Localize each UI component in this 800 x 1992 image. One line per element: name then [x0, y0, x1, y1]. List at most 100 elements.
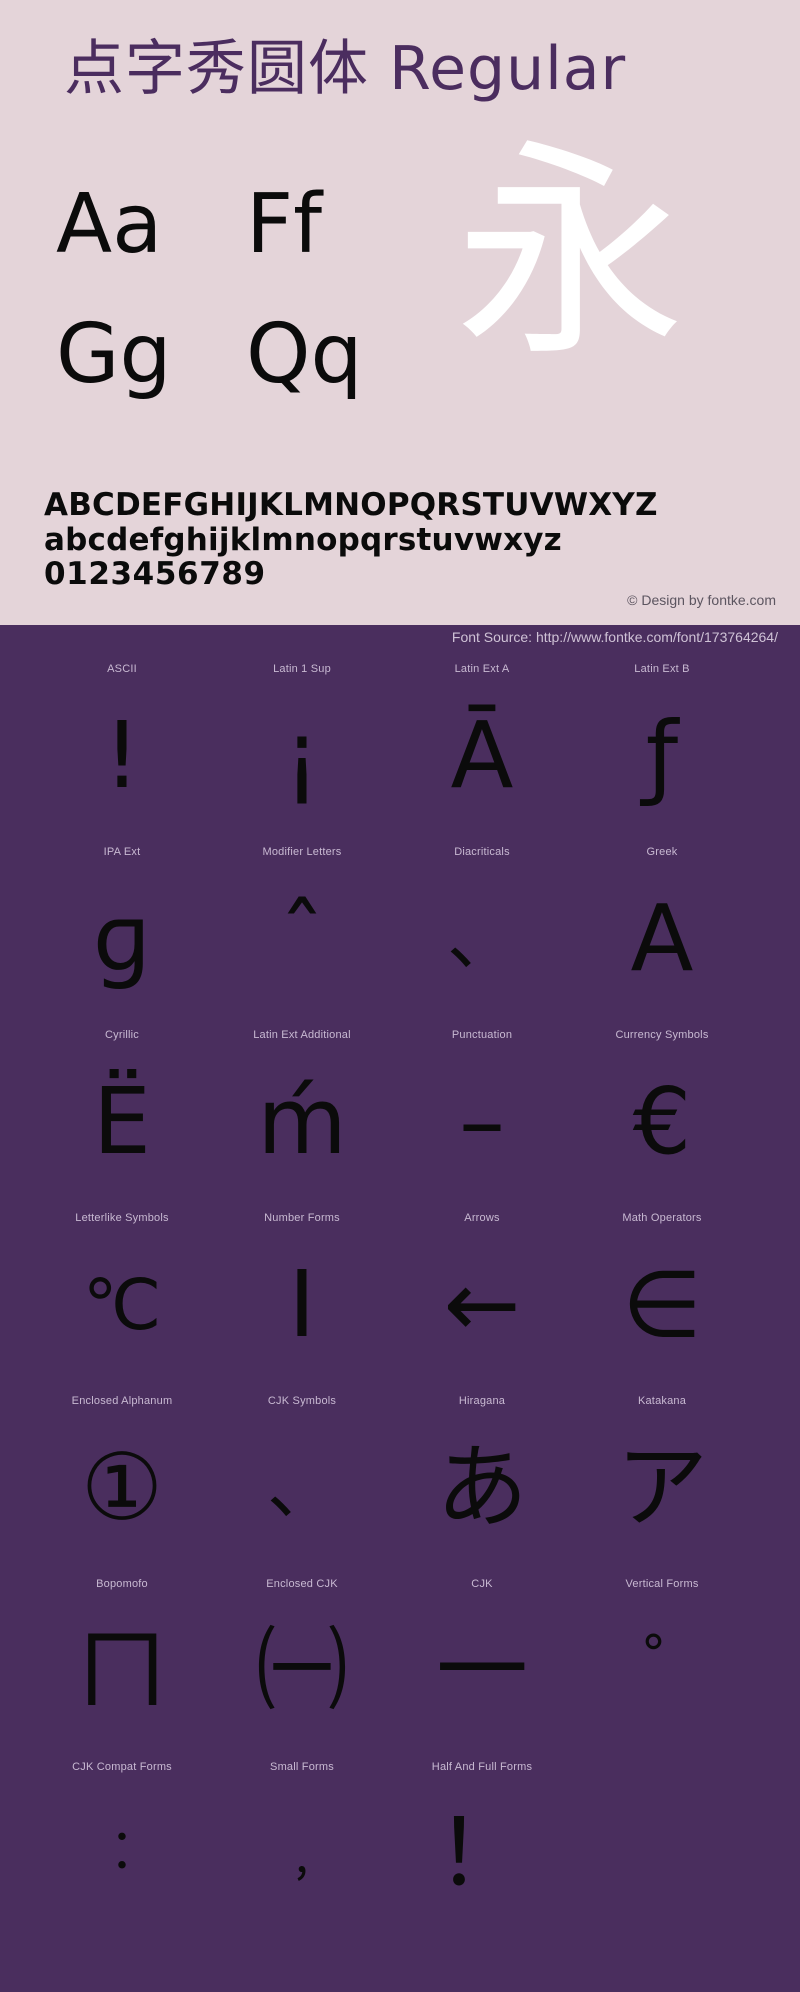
- letter-pair-grid: Aa Ff Gg Qq: [56, 160, 456, 420]
- unicode-block-glyph: 、: [447, 898, 517, 980]
- unicode-block-label: Enclosed Alphanum: [71, 1395, 173, 1407]
- unicode-block-label: Vertical Forms: [625, 1578, 699, 1590]
- unicode-block-cell[interactable]: Greek Α: [570, 836, 754, 1019]
- copyright-notice: © Design by fontke.com: [627, 592, 776, 608]
- unicode-block-label: Latin Ext B: [634, 663, 690, 675]
- page-title: 点字秀圆体 Regular: [64, 34, 627, 104]
- alphabet-uppercase: ABCDEFGHIJKLMNOPQRSTUVWXYZ: [44, 487, 658, 523]
- unicode-block-label: Latin Ext A: [454, 663, 510, 675]
- unicode-block-row: CJK Compat Forms ︰ Small Forms ﹐ Half And Fu…: [0, 1751, 800, 1934]
- letter-pair-row: Gg Qq: [56, 290, 456, 420]
- unicode-block-glyph: ㈠: [255, 1617, 348, 1724]
- unicode-block-cell[interactable]: Katakana ア: [570, 1385, 754, 1568]
- unicode-block-glyph: 、: [267, 1447, 337, 1529]
- unicode-block-glyph: !: [103, 702, 141, 809]
- specimen-header: 点字秀圆体 Regular Aa Ff Gg Qq 永 ABCDEFGHIJKL…: [0, 0, 800, 625]
- unicode-block-label: Katakana: [637, 1395, 687, 1407]
- unicode-block-glyph: ℃: [82, 1264, 162, 1346]
- unicode-block-row: ASCII! Latin 1 Sup ¡ Latin Ext A Ā Latin Ext …: [0, 653, 800, 836]
- unicode-block-label: CJK: [471, 1578, 493, 1590]
- unicode-block-cell[interactable]: Latin Ext B ƒ: [570, 653, 754, 836]
- unicode-block-label: Cyrillic: [105, 1029, 139, 1041]
- letter-pair-sample: Aa: [56, 177, 163, 272]
- unicode-block-label: Number Forms: [264, 1212, 340, 1224]
- unicode-block-label: Latin 1 Sup: [273, 663, 331, 675]
- unicode-block-glyph: Ⅰ: [288, 1251, 316, 1358]
- unicode-block-label: Math Operators: [622, 1212, 702, 1224]
- unicode-block-glyph: ゚: [570, 1596, 754, 1746]
- unicode-block-cell[interactable]: Small Forms ﹐: [210, 1751, 394, 1934]
- unicode-block-glyph: ！: [435, 1800, 528, 1907]
- alphabet-digits: 0123456789: [44, 556, 266, 593]
- unicode-block-label: Hiragana: [458, 1395, 506, 1407]
- unicode-block-glyph: ㄇ: [75, 1617, 168, 1724]
- unicode-block-label: Half And Full Forms: [431, 1761, 533, 1773]
- unicode-block-label: Latin Ext Additional: [253, 1029, 351, 1041]
- unicode-block-cell[interactable]: Letterlike Symbols ℃: [30, 1202, 214, 1385]
- unicode-block-label: Currency Symbols: [615, 1029, 709, 1041]
- letter-pair-row: Aa Ff: [56, 160, 456, 290]
- unicode-block-glyph: ¡: [283, 702, 321, 809]
- unicode-block-row: Bopomofo ㄇ Enclosed CJK ㈠ CJK 一 Vertical Forms…: [0, 1568, 800, 1751]
- unicode-block-label: Arrows: [464, 1212, 500, 1224]
- letter-pair-sample: Gg: [56, 307, 172, 402]
- unicode-block-cell[interactable]: Punctuation –: [390, 1019, 574, 1202]
- unicode-block-glyph: ←: [443, 1251, 521, 1358]
- unicode-block-label: ASCII: [107, 663, 137, 675]
- unicode-block-cell[interactable]: CJK Symbols 、: [210, 1385, 394, 1568]
- font-source-link[interactable]: Font Source: http://www.fontke.com/font/…: [452, 629, 778, 645]
- unicode-block-label: Diacriticals: [454, 846, 510, 858]
- unicode-block-glyph: ˆ: [279, 885, 325, 992]
- unicode-block-cell[interactable]: Math Operators ∈: [570, 1202, 754, 1385]
- alphabet-block: ABCDEFGHIJKLMNOPQRSTUVWXYZ abcdefghijklm…: [44, 488, 658, 592]
- font-source-bar: Font Source: http://www.fontke.com/font/…: [0, 625, 800, 653]
- unicode-block-label: Small Forms: [270, 1761, 334, 1773]
- unicode-block-cell[interactable]: ASCII!: [30, 653, 214, 836]
- unicode-block-cell[interactable]: Bopomofo ㄇ: [30, 1568, 214, 1751]
- unicode-block-glyph: €: [632, 1068, 692, 1175]
- unicode-block-glyph: ɡ: [92, 885, 152, 992]
- showcase-glyph: 永: [455, 121, 686, 388]
- unicode-block-cell[interactable]: Diacriticals 、: [390, 836, 574, 1019]
- unicode-block-cell[interactable]: Enclosed Alphanum ①: [30, 1385, 214, 1568]
- unicode-block-cell[interactable]: Latin Ext Additional ḿ: [210, 1019, 394, 1202]
- unicode-block-label: IPA Ext: [103, 846, 141, 858]
- unicode-block-row: Letterlike Symbols ℃ Number Forms Ⅰ Arrows ← M…: [0, 1202, 800, 1385]
- unicode-block-cell[interactable]: IPA Ext ɡ: [30, 836, 214, 1019]
- unicode-block-cell[interactable]: CJK 一: [390, 1568, 574, 1751]
- unicode-block-row: IPA Ext ɡ Modifier Letters ˆ Diacriticals 、 Gr…: [0, 836, 800, 1019]
- letter-pair-sample: Ff: [246, 177, 323, 272]
- unicode-block-glyph: ﹐: [274, 1821, 330, 1886]
- unicode-block-cell[interactable]: Number Forms Ⅰ: [210, 1202, 394, 1385]
- unicode-block-cell[interactable]: Arrows ←: [390, 1202, 574, 1385]
- unicode-block-glyph: ア: [615, 1434, 708, 1541]
- unicode-block-glyph: ƒ: [645, 702, 679, 809]
- unicode-block-glyph: ①: [80, 1434, 164, 1541]
- unicode-block-grid: ASCII! Latin 1 Sup ¡ Latin Ext A Ā Latin Ext …: [0, 653, 800, 1992]
- unicode-block-glyph: Ё: [92, 1068, 152, 1175]
- unicode-block-cell[interactable]: Latin Ext A Ā: [390, 653, 574, 836]
- letter-pair-sample: Qq: [246, 307, 363, 402]
- unicode-block-cell[interactable]: Modifier Letters ˆ: [210, 836, 394, 1019]
- unicode-block-label: CJK Symbols: [267, 1395, 337, 1407]
- unicode-block-cell[interactable]: CJK Compat Forms ︰: [30, 1751, 214, 1934]
- unicode-block-cell[interactable]: Currency Symbols €: [570, 1019, 754, 1202]
- unicode-block-cell[interactable]: Half And Full Forms ！: [390, 1751, 574, 1934]
- unicode-block-label: Letterlike Symbols: [75, 1212, 169, 1224]
- unicode-block-cell[interactable]: Vertical Forms゚: [570, 1568, 754, 1751]
- unicode-block-glyph: ︰: [94, 1821, 150, 1886]
- unicode-block-glyph: Α: [630, 885, 694, 992]
- unicode-block-label: Bopomofo: [96, 1578, 148, 1590]
- unicode-block-cell[interactable]: Cyrillic Ё: [30, 1019, 214, 1202]
- unicode-block-glyph: ḿ: [257, 1068, 347, 1175]
- unicode-block-cell[interactable]: Latin 1 Sup ¡: [210, 653, 394, 836]
- unicode-block-label: Modifier Letters: [262, 846, 342, 858]
- unicode-block-cell[interactable]: Hiragana あ: [390, 1385, 574, 1568]
- unicode-block-cell[interactable]: Enclosed CJK ㈠: [210, 1568, 394, 1751]
- unicode-block-glyph: 一: [435, 1617, 528, 1724]
- unicode-block-label: Greek: [646, 846, 678, 858]
- unicode-block-glyph: あ: [435, 1434, 528, 1541]
- unicode-block-glyph: ∈: [621, 1251, 703, 1358]
- unicode-block-label: CJK Compat Forms: [72, 1761, 172, 1773]
- unicode-block-glyph: Ā: [450, 702, 514, 809]
